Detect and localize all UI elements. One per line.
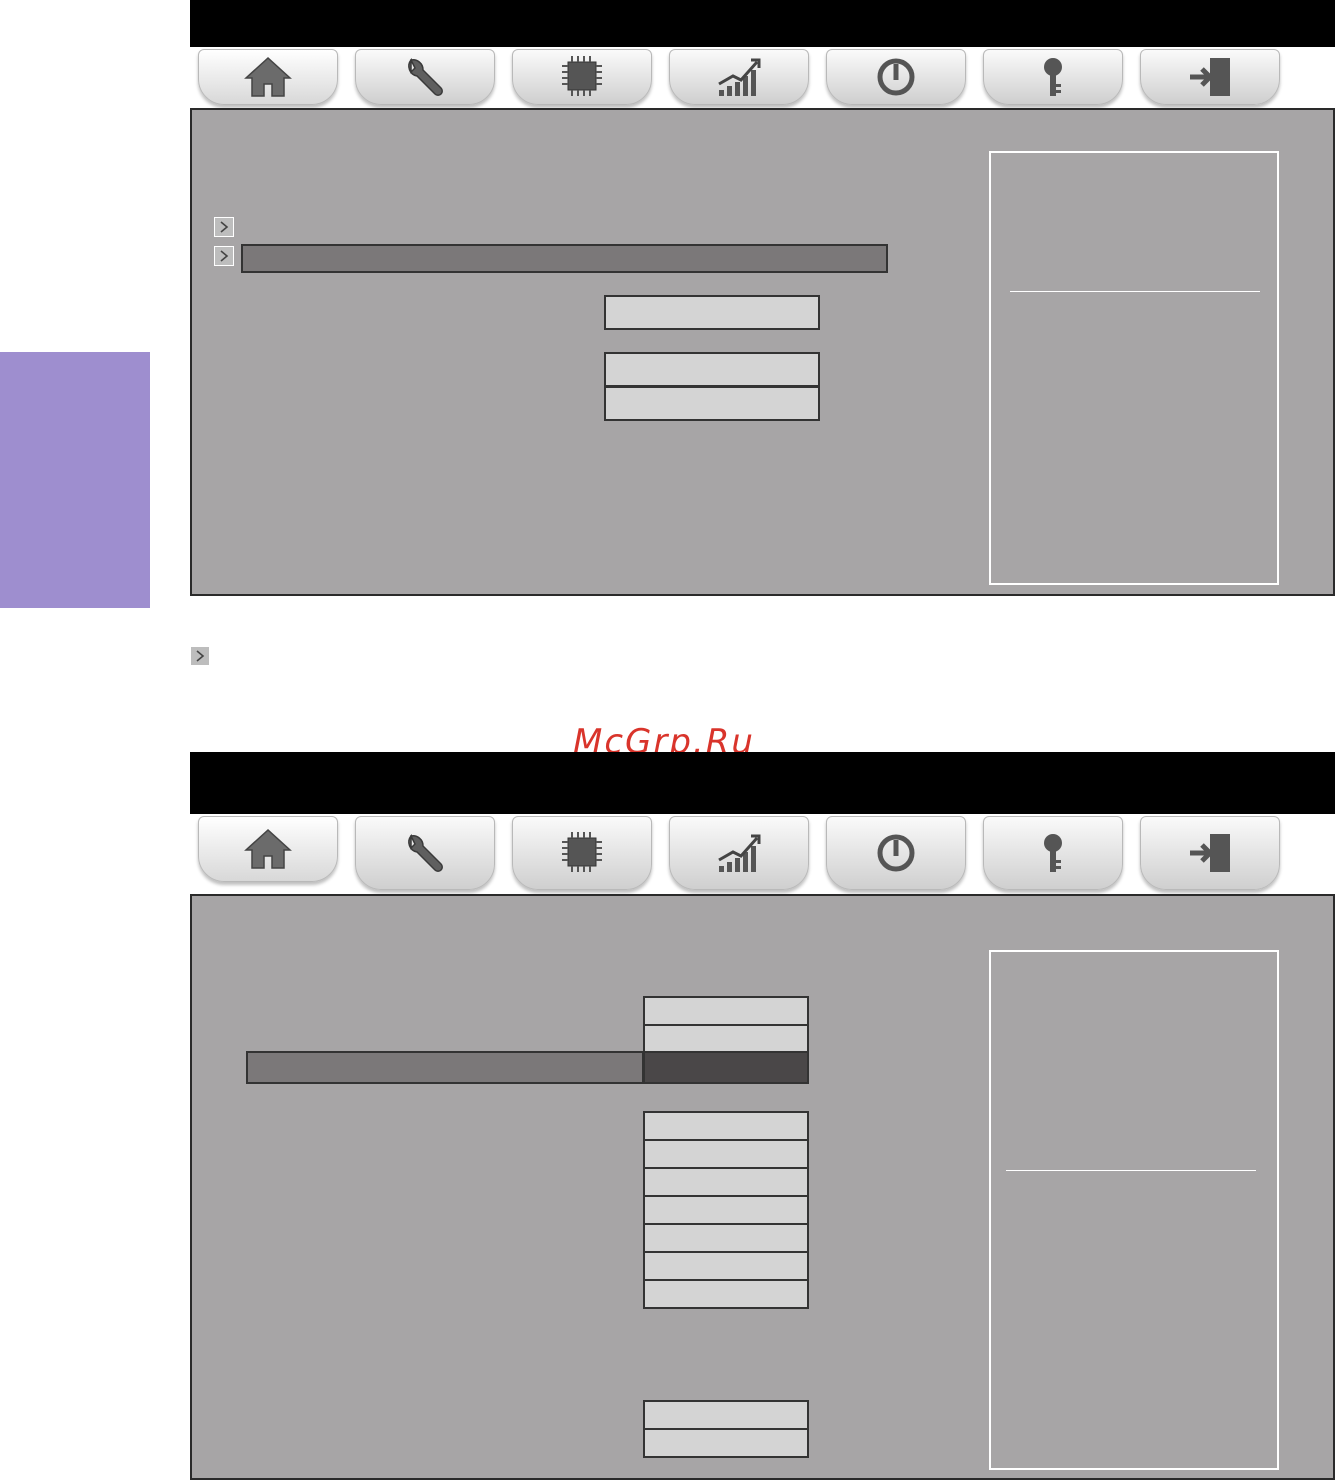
title-bar (190, 0, 1335, 47)
cpu-chip-icon (562, 832, 602, 872)
bios-screen-1 (190, 0, 1335, 596)
value-box[interactable] (643, 1251, 809, 1281)
help-box (989, 950, 1279, 1470)
tab-chipset[interactable] (512, 816, 652, 890)
tab-performance[interactable] (669, 49, 809, 105)
submenu-arrow-2[interactable] (214, 246, 234, 266)
content-panel (190, 894, 1335, 1480)
tab-power[interactable] (826, 49, 966, 105)
help-divider (1006, 1170, 1256, 1171)
tab-power[interactable] (826, 816, 966, 890)
value-box[interactable] (643, 1195, 809, 1225)
home-icon (244, 56, 292, 97)
wrench-icon (408, 57, 443, 96)
home-icon (244, 828, 292, 869)
bios-screen-2 (190, 752, 1335, 1480)
power-cycle-icon (877, 58, 915, 96)
value-box[interactable] (604, 352, 820, 387)
key-icon (1044, 834, 1062, 872)
tab-chipset[interactable] (512, 49, 652, 105)
tab-security[interactable] (983, 49, 1123, 105)
side-chapter-tab (0, 352, 150, 608)
chevron-right-icon (220, 221, 229, 233)
value-box[interactable] (643, 1167, 809, 1197)
tab-advanced[interactable] (355, 49, 495, 105)
chevron-right-icon (196, 650, 205, 662)
menu-tab-bar (190, 47, 1335, 108)
help-divider (1010, 291, 1260, 292)
title-bar (190, 752, 1335, 814)
highlighted-menu-row[interactable] (241, 244, 888, 273)
tab-exit[interactable] (1140, 816, 1280, 890)
highlighted-menu-row[interactable] (246, 1051, 644, 1084)
wrench-icon (408, 833, 443, 872)
exit-door-icon (1190, 58, 1230, 96)
value-box[interactable] (643, 996, 809, 1026)
cpu-chip-icon (562, 56, 602, 96)
chart-growth-icon (718, 834, 761, 872)
chevron-right-icon (220, 250, 229, 262)
help-box (989, 151, 1279, 585)
tab-advanced[interactable] (355, 816, 495, 890)
value-box[interactable] (643, 1428, 809, 1458)
power-cycle-icon (877, 834, 915, 872)
value-box[interactable] (643, 1223, 809, 1253)
submenu-arrow-1[interactable] (214, 217, 234, 237)
value-box[interactable] (604, 386, 820, 421)
value-box[interactable] (643, 1139, 809, 1169)
menu-tab-bar (190, 814, 1335, 894)
key-icon (1044, 58, 1062, 96)
tab-main[interactable] (198, 816, 338, 882)
value-box[interactable] (643, 1400, 809, 1430)
tab-performance[interactable] (669, 816, 809, 890)
tab-main[interactable] (198, 49, 338, 105)
value-box[interactable] (643, 1111, 809, 1141)
value-box[interactable] (643, 1279, 809, 1309)
tab-exit[interactable] (1140, 49, 1280, 105)
exit-door-icon (1190, 834, 1230, 872)
value-box[interactable] (643, 1024, 809, 1054)
content-panel (190, 108, 1335, 596)
chart-growth-icon (718, 58, 761, 96)
tab-security[interactable] (983, 816, 1123, 890)
value-box[interactable] (604, 295, 820, 330)
selected-value-box[interactable] (643, 1051, 809, 1084)
bullet-arrow (190, 646, 210, 666)
